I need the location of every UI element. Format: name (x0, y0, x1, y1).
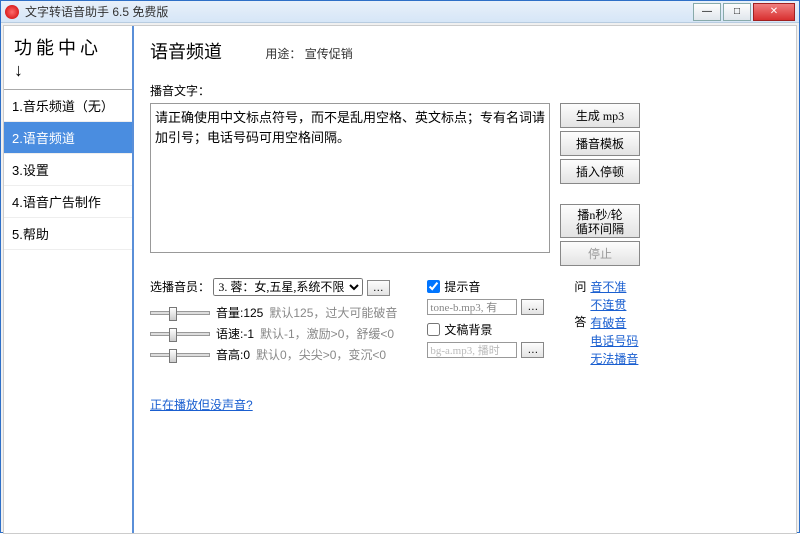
page-title: 语音频道 (150, 38, 222, 64)
text-label: 播音文字： (150, 82, 780, 99)
pitch-slider[interactable] (150, 353, 210, 357)
bg-sound-label: 文稿背景 (444, 321, 492, 338)
volume-hint: 默认125，过大可能破音 (269, 304, 397, 321)
maximize-button[interactable]: □ (723, 3, 751, 21)
voice-more-button[interactable]: … (367, 280, 390, 296)
no-sound-help-link[interactable]: 正在播放但没声音? (150, 398, 253, 412)
tip-sound-file[interactable] (427, 299, 517, 315)
minimize-button[interactable]: — (693, 3, 721, 21)
faq-link-3[interactable]: 有破音 (590, 314, 638, 332)
insert-pause-button[interactable]: 插入停顿 (560, 159, 640, 184)
speed-hint: 默认-1，激励>0，舒缓<0 (260, 325, 394, 342)
template-button[interactable]: 播音模板 (560, 131, 640, 156)
voice-label: 选播音员： (150, 280, 210, 294)
speed-slider[interactable] (150, 332, 210, 336)
bg-sound-file[interactable] (427, 342, 517, 358)
sidebar-item-help[interactable]: 5.帮助 (4, 218, 132, 250)
volume-label: 音量:125 (216, 304, 263, 321)
faq-a-label: 答 (574, 313, 586, 330)
app-icon (5, 5, 19, 19)
sidebar-item-settings[interactable]: 3.设置 (4, 154, 132, 186)
bg-sound-checkbox[interactable] (427, 323, 440, 336)
pitch-hint: 默认0，尖尖>0，变沉<0 (256, 346, 386, 363)
app-window: 文字转语音助手 6.5 免费版 — □ ✕ 功能中心 ↓ 1.音乐频道（无） 2… (0, 0, 800, 533)
tip-sound-checkbox[interactable] (427, 280, 440, 293)
sidebar-item-ad[interactable]: 4.语音广告制作 (4, 186, 132, 218)
pitch-label: 音高:0 (216, 346, 250, 363)
faq-link-1[interactable]: 音不准 (590, 278, 638, 296)
faq-link-5[interactable]: 无法播音 (590, 350, 638, 368)
titlebar: 文字转语音助手 6.5 免费版 — □ ✕ (1, 1, 799, 23)
faq-q-label: 问 (574, 278, 586, 295)
generate-mp3-button[interactable]: 生成 mp3 (560, 103, 640, 128)
main-panel: 语音频道 用途： 宣传促销 播音文字： 请正确使用中文标点符号，而不是乱用空格、… (134, 26, 796, 533)
speed-label: 语速:-1 (216, 325, 254, 342)
usage-label: 用途： (265, 47, 301, 61)
window-title: 文字转语音助手 6.5 免费版 (25, 3, 693, 20)
bg-sound-browse[interactable]: … (521, 342, 544, 358)
faq-link-4[interactable]: 电话号码 (590, 332, 638, 350)
sidebar-item-music[interactable]: 1.音乐频道（无） (4, 90, 132, 122)
sidebar-item-voice[interactable]: 2.语音频道 (4, 122, 132, 154)
sidebar: 功能中心 ↓ 1.音乐频道（无） 2.语音频道 3.设置 4.语音广告制作 5.… (4, 26, 134, 533)
close-button[interactable]: ✕ (753, 3, 795, 21)
tip-sound-label: 提示音 (444, 278, 480, 295)
volume-slider[interactable] (150, 311, 210, 315)
sidebar-header: 功能中心 ↓ (4, 26, 132, 90)
tip-sound-browse[interactable]: … (521, 299, 544, 315)
broadcast-text-input[interactable]: 请正确使用中文标点符号，而不是乱用空格、英文标点；专有名词请加引号；电话号码可用… (150, 103, 550, 253)
usage-value: 宣传促销 (305, 47, 353, 61)
loop-interval-button[interactable]: 播n秒/轮 循环间隔 (560, 204, 640, 238)
stop-button[interactable]: 停止 (560, 241, 640, 266)
voice-select[interactable]: 3. 蓉：女,五星,系统不限 (213, 278, 363, 296)
faq-link-2[interactable]: 不连贯 (590, 296, 638, 314)
